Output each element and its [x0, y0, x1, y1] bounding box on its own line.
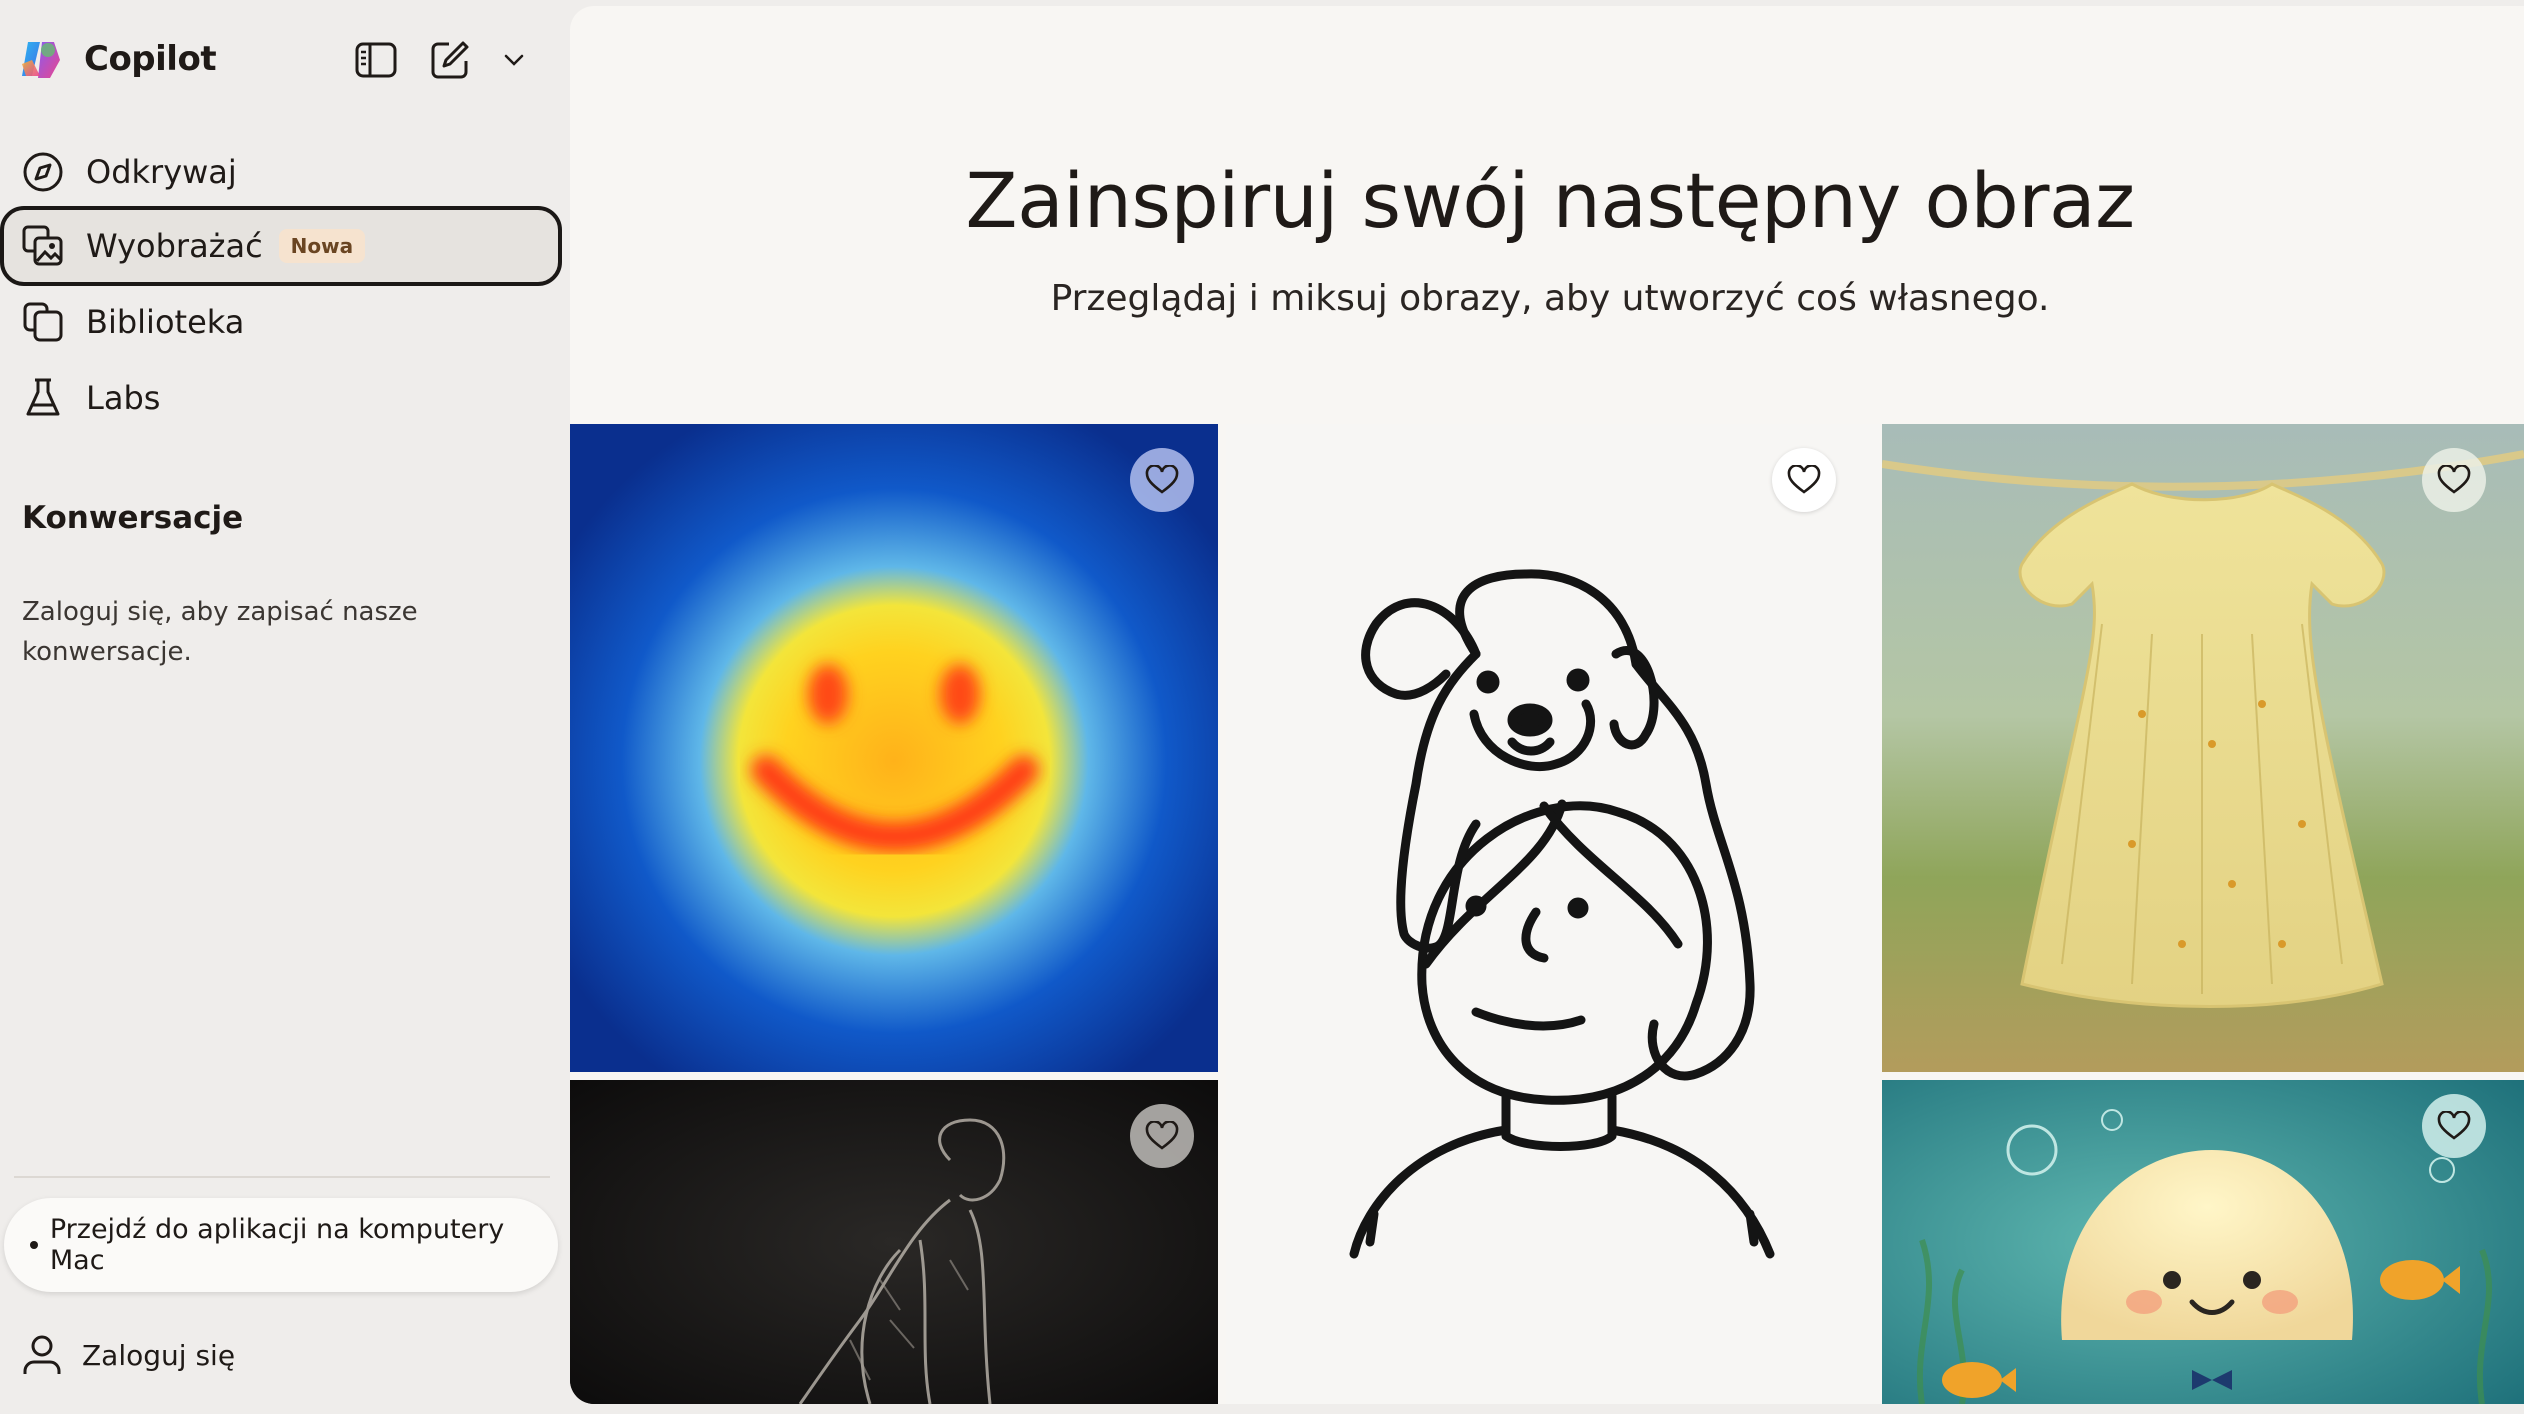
chevron-down-icon	[504, 54, 524, 66]
new-badge: Nowa	[278, 229, 366, 263]
brand[interactable]: Copilot	[18, 36, 217, 82]
nav-label-imagine: Wyobrażać	[86, 227, 263, 265]
wool-dress-image	[1882, 424, 2524, 1072]
favorite-button[interactable]	[2422, 448, 2486, 512]
page-subtitle: Przeglądaj i miksuj obrazy, aby utworzyć…	[1050, 278, 2050, 319]
favorite-button[interactable]	[1772, 448, 1836, 512]
sign-in-button[interactable]: Zaloguj się	[22, 1334, 235, 1376]
gallery-tile-dog-drawing[interactable]	[1226, 424, 1880, 1404]
sidebar-icon	[355, 42, 397, 78]
user-icon	[23, 1335, 61, 1374]
bullet-icon	[30, 1241, 38, 1249]
page-title: Zainspiruj swój następny obraz	[965, 156, 2135, 245]
conversations-title: Konwersacje	[22, 500, 244, 536]
copilot-logo-icon	[18, 36, 64, 82]
favorite-button[interactable]	[1130, 448, 1194, 512]
new-chat-button[interactable]	[426, 36, 474, 84]
flask-icon	[20, 375, 66, 421]
dog-head-drawing-image	[1349, 569, 1775, 1259]
mac-app-label: Przejdź do aplikacji na komputery Mac	[49, 1214, 505, 1276]
heart-icon	[1145, 1121, 1179, 1150]
smiley-image	[570, 424, 1218, 1072]
nav-label-discover: Odkrywaj	[86, 153, 237, 191]
nav-item-discover[interactable]: Odkrywaj	[0, 132, 562, 212]
heart-icon	[2437, 465, 2471, 494]
compose-icon	[431, 41, 469, 79]
nav-item-library[interactable]: Biblioteka	[0, 282, 562, 362]
gallery-tile-jellyfish[interactable]	[1882, 1080, 2524, 1404]
heart-icon	[1145, 465, 1179, 494]
nav-item-imagine[interactable]: Wyobrażać Nowa	[0, 206, 562, 286]
library-icon	[20, 299, 66, 345]
sign-in-label: Zaloguj się	[82, 1338, 236, 1372]
gallery-tile-smiley[interactable]	[570, 424, 1218, 1072]
conversations-note: Zaloguj się, aby zapisać nasze konwersac…	[22, 597, 418, 667]
favorite-button[interactable]	[2422, 1094, 2486, 1158]
sidebar: Copilot Odkrywaj Wyobrażać Nowa Bibliote…	[0, 0, 570, 1414]
nav-label-labs: Labs	[86, 379, 161, 417]
favorite-button[interactable]	[1130, 1104, 1194, 1168]
nav-label-library: Biblioteka	[86, 303, 245, 341]
image-gallery-icon	[20, 223, 66, 269]
mac-app-button[interactable]: Przejdź do aplikacji na komputery Mac	[4, 1198, 558, 1292]
charcoal-man-image	[570, 1080, 1218, 1404]
new-chat-options-button[interactable]	[500, 36, 528, 84]
heart-icon	[2437, 1111, 2471, 1140]
main-content: Zainspiruj swój następny obraz Przegląda…	[570, 6, 2524, 1404]
top-actions	[352, 36, 528, 84]
gallery-tile-charcoal-man[interactable]	[570, 1080, 1218, 1404]
nav-item-labs[interactable]: Labs	[0, 358, 562, 438]
heart-icon	[1787, 465, 1821, 494]
app-name: Copilot	[84, 39, 217, 79]
divider	[14, 1176, 550, 1178]
gallery-tile-wool-dress[interactable]	[1882, 424, 2524, 1072]
compass-icon	[20, 149, 66, 195]
toggle-sidebar-button[interactable]	[352, 36, 400, 84]
